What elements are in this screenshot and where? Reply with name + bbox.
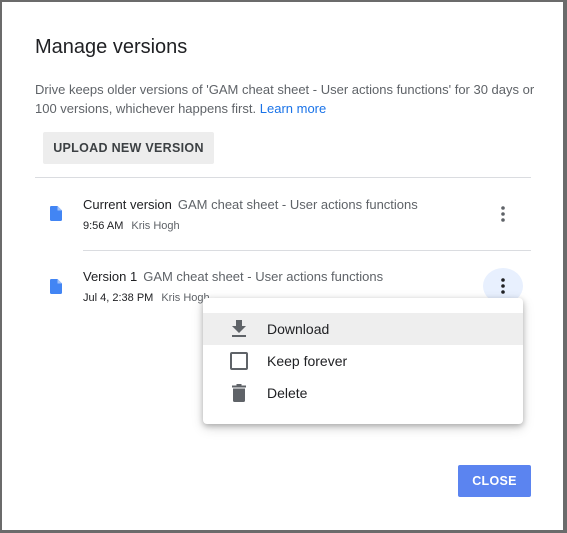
dialog-description: Drive keeps older versions of 'GAM cheat… <box>35 80 535 118</box>
divider <box>83 250 531 251</box>
checkbox-icon[interactable] <box>229 351 249 371</box>
trash-icon <box>229 383 249 403</box>
manage-versions-dialog: Manage versions Drive keeps older versio… <box>2 2 563 530</box>
version-file-name: GAM cheat sheet - User actions functions <box>143 269 384 284</box>
divider <box>35 177 531 178</box>
version-file-name: GAM cheat sheet - User actions functions <box>177 197 418 212</box>
close-button[interactable]: CLOSE <box>458 465 531 497</box>
version-label: Version 1 <box>83 269 138 284</box>
doc-file-icon <box>50 206 62 221</box>
version-author: Kris Hogh <box>131 220 180 232</box>
more-options-button[interactable] <box>483 196 523 232</box>
menu-item-label: Keep forever <box>267 353 348 369</box>
upload-new-version-button[interactable]: UPLOAD NEW VERSION <box>43 132 214 164</box>
menu-item-keep-forever[interactable]: Keep forever <box>203 345 523 377</box>
version-context-menu: Download Keep forever Delete <box>203 298 523 424</box>
version-meta: 9:56 AM Kris Hogh <box>83 220 180 232</box>
doc-file-icon <box>50 279 62 294</box>
version-meta: Jul 4, 2:38 PM Kris Hogh <box>83 292 210 304</box>
version-time: 9:56 AM <box>83 220 124 232</box>
dialog-title: Manage versions <box>35 36 188 58</box>
version-time: Jul 4, 2:38 PM <box>83 292 154 304</box>
menu-item-label: Delete <box>267 385 308 401</box>
more-vert-icon <box>501 206 505 222</box>
learn-more-link[interactable]: Learn more <box>260 101 326 116</box>
menu-item-label: Download <box>267 321 330 337</box>
download-icon <box>229 319 249 339</box>
version-label: Current version <box>83 197 172 212</box>
menu-item-delete[interactable]: Delete <box>203 377 523 409</box>
version-title: Version 1 GAM cheat sheet - User actions … <box>83 269 383 284</box>
version-title: Current version GAM cheat sheet - User ac… <box>83 197 418 212</box>
menu-item-download[interactable]: Download <box>203 313 523 345</box>
more-vert-icon <box>501 278 505 294</box>
